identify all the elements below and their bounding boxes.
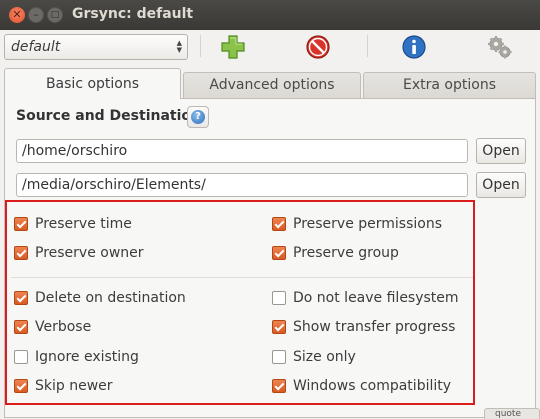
toolbar-separator xyxy=(367,35,368,57)
select-arrows-icon: ▲ ▼ xyxy=(176,39,182,54)
bottom-tab-fragment: quote xyxy=(484,408,540,419)
highlight-box xyxy=(5,200,475,405)
source-path-field[interactable]: /home/orschiro xyxy=(16,139,468,163)
tab-extra-options[interactable]: Extra options xyxy=(363,72,536,98)
toolbar-separator xyxy=(200,35,201,57)
title-bar: ✕ – □ Grsync: default xyxy=(0,0,540,30)
profile-select[interactable]: default ▲ ▼ xyxy=(4,34,188,60)
stop-icon[interactable] xyxy=(304,33,332,61)
toolbar: default ▲ ▼ xyxy=(0,30,540,64)
tab-advanced-options[interactable]: Advanced options xyxy=(183,72,361,98)
plus-icon[interactable] xyxy=(219,33,247,61)
maximize-window-button[interactable]: □ xyxy=(47,7,63,23)
tab-basic-options[interactable]: Basic options xyxy=(4,68,181,99)
profile-select-value: default xyxy=(11,39,61,55)
open-source-button[interactable]: Open xyxy=(476,138,526,164)
source-destination-heading: Source and Destination: xyxy=(16,108,207,124)
window-title: Grsync: default xyxy=(72,6,194,22)
destination-path-field[interactable]: /media/orschiro/Elements/ xyxy=(16,173,468,197)
help-button[interactable]: ? xyxy=(187,106,209,128)
close-window-button[interactable]: ✕ xyxy=(9,7,25,23)
info-icon[interactable] xyxy=(400,33,428,61)
question-icon: ? xyxy=(191,110,205,124)
gears-icon[interactable] xyxy=(486,33,514,61)
open-destination-button[interactable]: Open xyxy=(476,172,526,198)
minimize-window-button[interactable]: – xyxy=(28,7,44,23)
tab-bar: Basic options Advanced options Extra opt… xyxy=(0,68,540,99)
